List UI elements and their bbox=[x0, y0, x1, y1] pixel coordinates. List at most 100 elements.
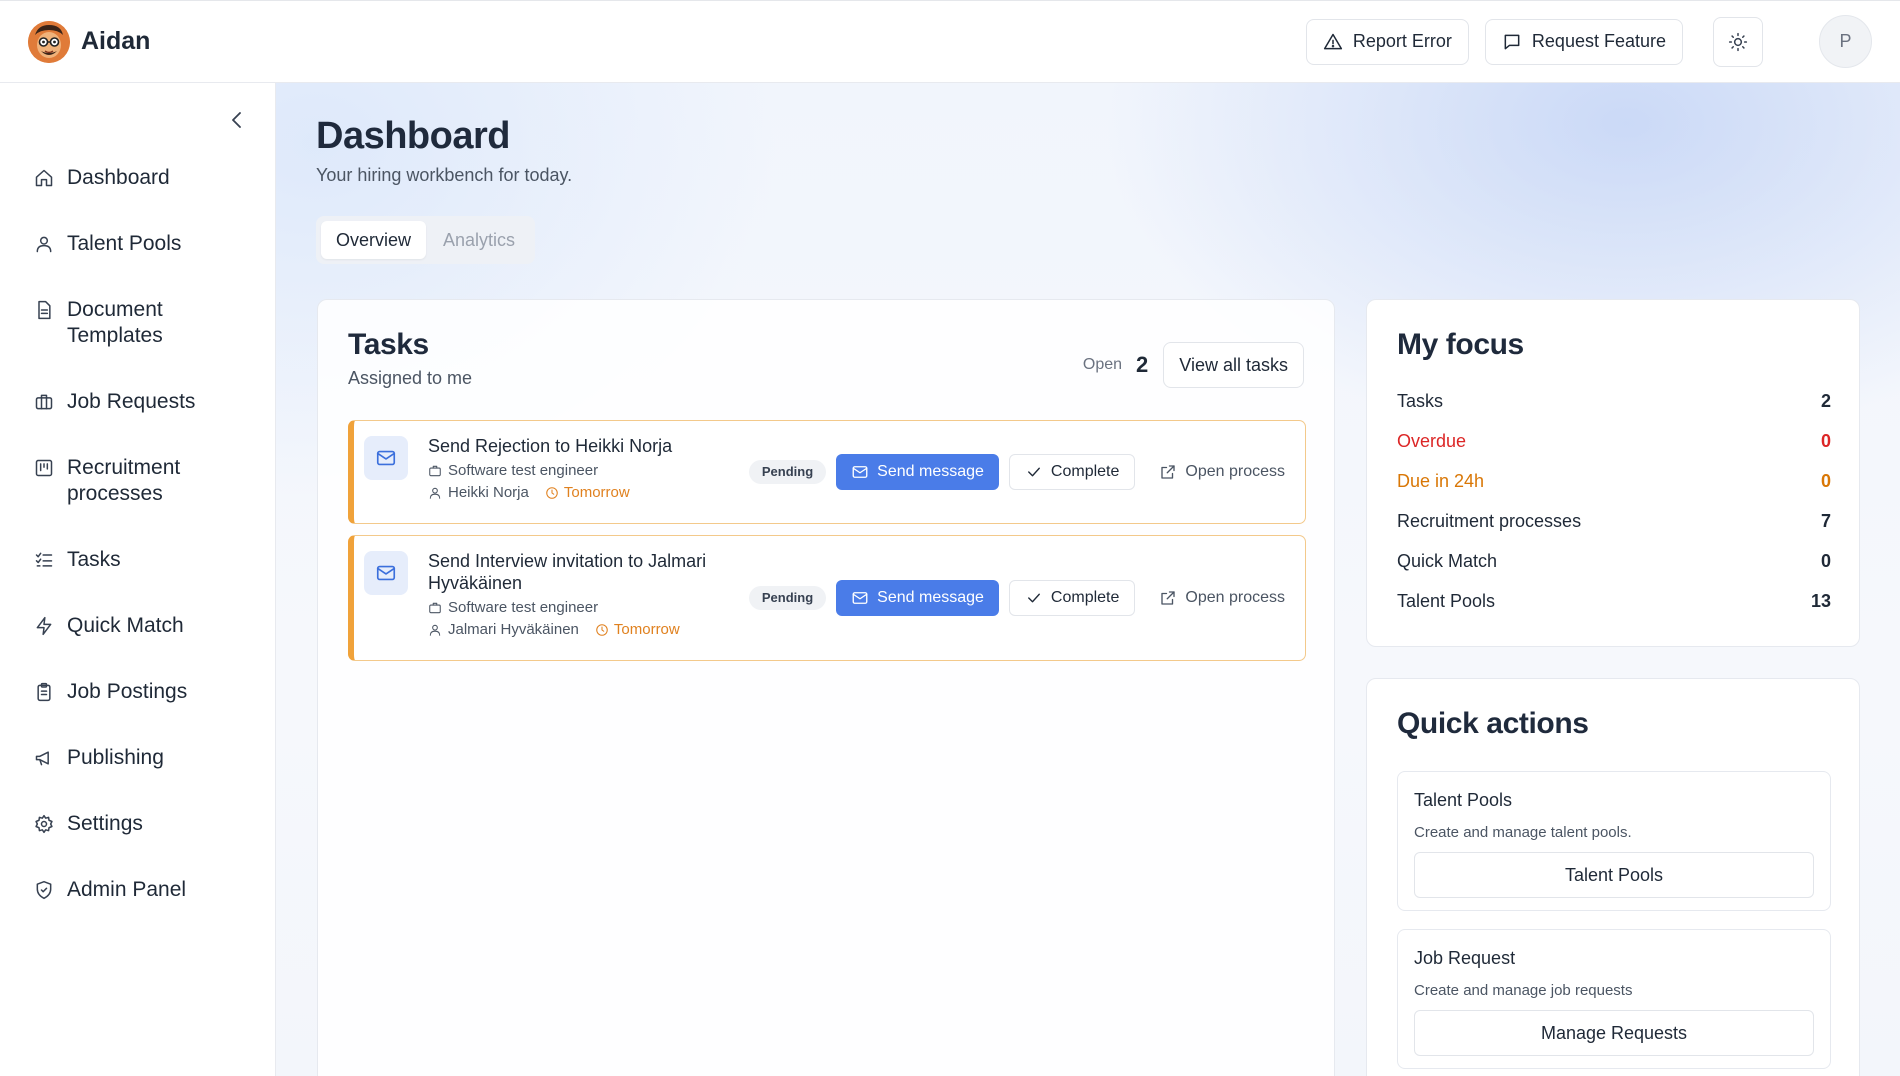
sidebar-item-recruitment-processes[interactable]: Recruitment processes bbox=[34, 455, 254, 507]
sidebar-item-label: Admin Panel bbox=[67, 878, 187, 901]
sidebar-item-talent-pools[interactable]: Talent Pools bbox=[34, 231, 254, 257]
briefcase-icon bbox=[429, 602, 441, 613]
task-job: Software test engineer bbox=[448, 462, 599, 479]
theme-toggle-button[interactable] bbox=[1713, 16, 1763, 67]
sidebar-item-settings[interactable]: Settings bbox=[34, 811, 254, 837]
sidebar-item-publishing[interactable]: Publishing bbox=[34, 745, 254, 771]
report-error-button[interactable]: Report Error bbox=[1305, 18, 1469, 65]
focus-row-talent-pools[interactable]: Talent Pools 13 bbox=[1397, 590, 1831, 630]
quick-action-item: Talent Pools Create and manage talent po… bbox=[1397, 771, 1831, 911]
task-item: Send Interview invitation to Jalmari Hyv… bbox=[348, 535, 1306, 661]
focus-value: 0 bbox=[1820, 471, 1831, 491]
complete-button[interactable]: Complete bbox=[1008, 580, 1136, 616]
tasks-card: Tasks Assigned to me Open 2 View all tas… bbox=[317, 299, 1335, 1076]
checklist-icon bbox=[35, 552, 53, 567]
task-due: Tomorrow bbox=[613, 621, 680, 638]
send-message-label: Send message bbox=[877, 589, 984, 606]
quick-action-desc: Create and manage talent pools. bbox=[1414, 824, 1632, 841]
focus-value: 0 bbox=[1820, 551, 1831, 571]
send-message-button[interactable]: Send message bbox=[836, 580, 999, 616]
request-feature-button[interactable]: Request Feature bbox=[1484, 18, 1683, 65]
focus-label: Due in 24h bbox=[1397, 471, 1485, 491]
sidebar-item-document-templates[interactable]: Document Templates bbox=[34, 297, 254, 349]
sidebar-item-quick-match[interactable]: Quick Match bbox=[34, 613, 254, 639]
tab-bar: Overview Analytics bbox=[316, 216, 536, 264]
task-person: Heikki Norja bbox=[448, 484, 529, 501]
external-link-icon bbox=[1161, 465, 1176, 479]
focus-row-quick-match[interactable]: Quick Match 0 bbox=[1397, 550, 1831, 590]
sidebar-item-dashboard[interactable]: Dashboard bbox=[34, 165, 254, 191]
user-avatar[interactable]: P bbox=[1819, 15, 1872, 68]
task-job: Software test engineer bbox=[448, 599, 599, 616]
tab-overview[interactable]: Overview bbox=[321, 221, 427, 259]
sidebar-item-tasks[interactable]: Tasks bbox=[34, 547, 254, 573]
sidebar-item-job-requests[interactable]: Job Requests bbox=[34, 389, 254, 415]
user-icon bbox=[429, 624, 441, 636]
mail-icon bbox=[852, 466, 868, 478]
sun-icon bbox=[1728, 32, 1748, 51]
send-message-label: Send message bbox=[877, 463, 984, 480]
tasks-subtitle: Assigned to me bbox=[348, 368, 473, 388]
sidebar-item-label: Publishing bbox=[67, 746, 164, 769]
tab-analytics[interactable]: Analytics bbox=[428, 221, 530, 259]
manage-requests-button[interactable]: Manage Requests bbox=[1414, 1010, 1814, 1056]
clock-icon bbox=[596, 623, 608, 636]
sidebar-nav: Dashboard Talent Pools Document Template… bbox=[34, 165, 254, 943]
sidebar-item-label: Recruitment processes bbox=[67, 456, 181, 505]
main-content: Dashboard Your hiring workbench for toda… bbox=[276, 83, 1900, 1076]
focus-row-tasks[interactable]: Tasks 2 bbox=[1397, 390, 1831, 430]
task-title: Send Rejection to Heikki Norja bbox=[428, 436, 673, 456]
send-message-button[interactable]: Send message bbox=[836, 454, 999, 490]
talent-pools-button[interactable]: Talent Pools bbox=[1414, 852, 1814, 898]
sidebar-item-admin-panel[interactable]: Admin Panel bbox=[34, 877, 254, 903]
quick-action-name: Job Request bbox=[1414, 948, 1516, 968]
task-item: Send Rejection to Heikki Norja Software … bbox=[348, 420, 1306, 524]
status-badge: Pending bbox=[748, 586, 827, 610]
message-icon bbox=[1504, 34, 1520, 49]
focus-label: Tasks bbox=[1397, 391, 1444, 411]
complete-button[interactable]: Complete bbox=[1008, 454, 1136, 490]
sidebar-item-label: Tasks bbox=[67, 548, 121, 571]
clipboard-icon bbox=[37, 682, 51, 702]
open-process-link[interactable]: Open process bbox=[1159, 589, 1285, 607]
brand[interactable]: Aidan bbox=[28, 20, 150, 63]
focus-row-overdue[interactable]: Overdue 0 bbox=[1397, 430, 1831, 470]
sidebar-item-job-postings[interactable]: Job Postings bbox=[34, 679, 254, 705]
tasks-title: Tasks bbox=[348, 328, 429, 361]
sidebar: Dashboard Talent Pools Document Template… bbox=[0, 83, 276, 1076]
open-count: 2 bbox=[1136, 352, 1149, 377]
focus-value: 7 bbox=[1820, 511, 1831, 531]
my-focus-card: My focus Tasks 2 Overdue 0 Due in 24h 0 … bbox=[1366, 299, 1860, 647]
sidebar-item-label: Dashboard bbox=[67, 166, 170, 189]
briefcase-icon bbox=[429, 465, 441, 476]
view-all-tasks-button[interactable]: View all tasks bbox=[1163, 342, 1304, 388]
task-due: Tomorrow bbox=[563, 484, 630, 501]
mail-icon bbox=[364, 551, 408, 595]
focus-label: Recruitment processes bbox=[1397, 511, 1582, 531]
sidebar-item-label: Job Postings bbox=[67, 680, 188, 703]
focus-row-due-24h[interactable]: Due in 24h 0 bbox=[1397, 470, 1831, 510]
quick-action-item: Job Request Create and manage job reques… bbox=[1397, 929, 1831, 1069]
open-process-link[interactable]: Open process bbox=[1159, 463, 1285, 481]
collapse-sidebar-button[interactable] bbox=[225, 108, 249, 132]
request-feature-label: Request Feature bbox=[1531, 31, 1666, 51]
focus-row-recruitment-processes[interactable]: Recruitment processes 7 bbox=[1397, 510, 1831, 550]
focus-value: 0 bbox=[1820, 431, 1831, 451]
focus-value: 13 bbox=[1810, 591, 1831, 611]
kanban-icon bbox=[35, 459, 53, 477]
check-icon bbox=[1027, 593, 1040, 603]
chevron-left-icon bbox=[232, 112, 241, 128]
sidebar-item-label: Talent Pools bbox=[67, 232, 182, 255]
user-icon bbox=[429, 487, 441, 499]
home-icon bbox=[35, 169, 53, 187]
sidebar-item-label: Settings bbox=[67, 812, 143, 835]
page-title: Dashboard bbox=[316, 115, 510, 157]
check-icon bbox=[1027, 467, 1040, 477]
focus-value: 2 bbox=[1820, 391, 1831, 411]
focus-label: Quick Match bbox=[1397, 551, 1498, 571]
shield-icon bbox=[36, 880, 52, 900]
gear-icon bbox=[35, 814, 53, 834]
complete-label: Complete bbox=[1050, 463, 1120, 480]
complete-label: Complete bbox=[1050, 589, 1120, 606]
open-label: Open bbox=[1082, 356, 1123, 373]
